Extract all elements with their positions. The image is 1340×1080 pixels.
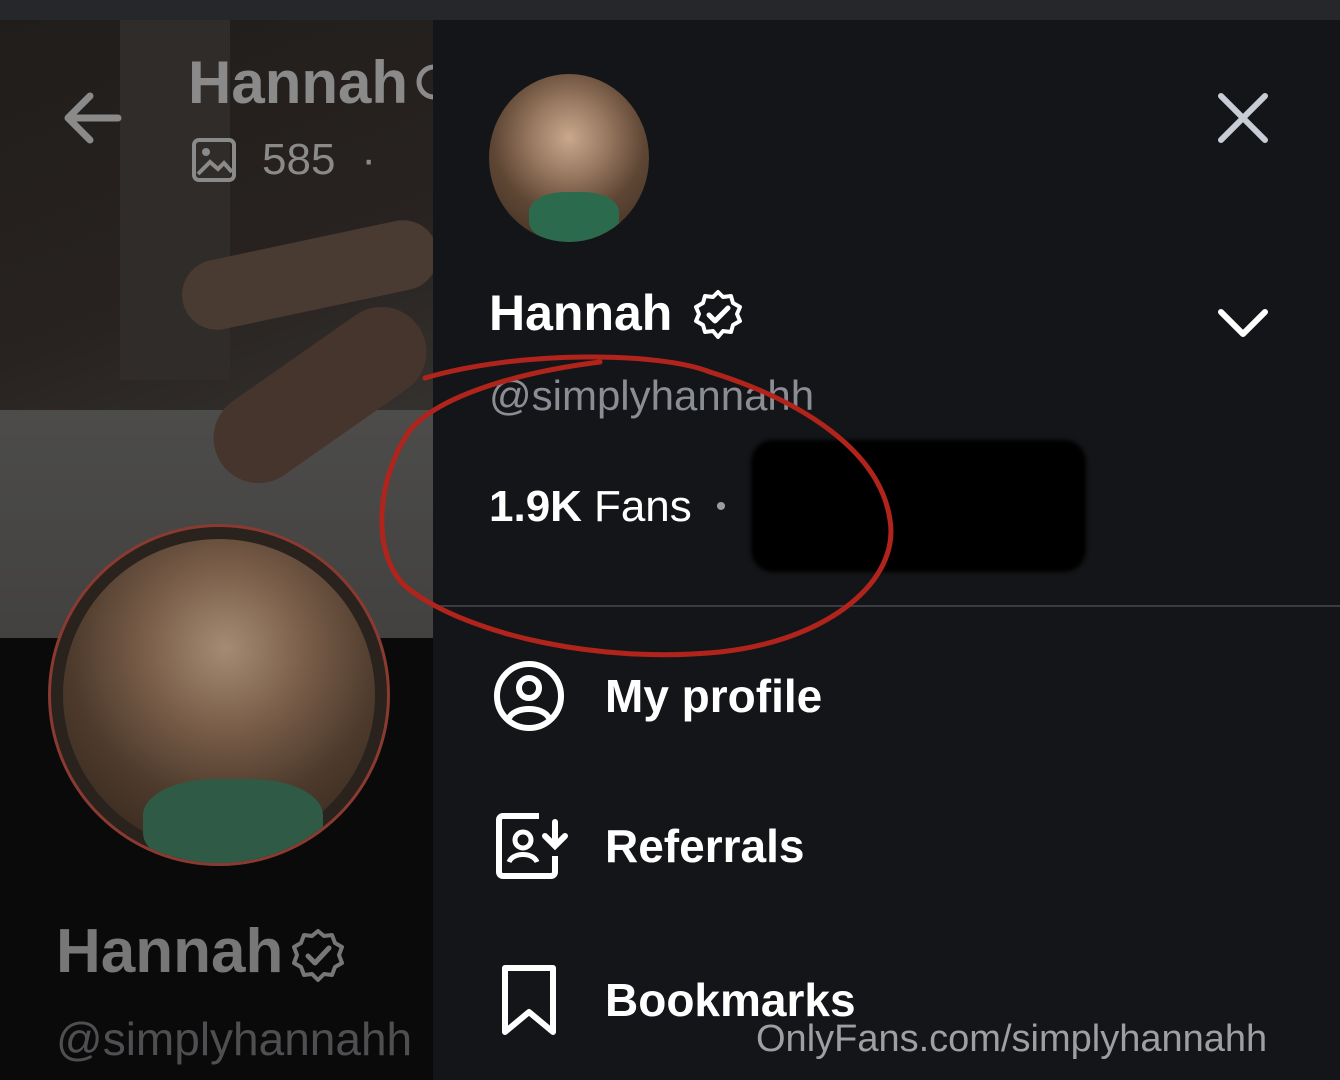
top-status-bar: [0, 0, 1340, 20]
fans-count: 1.9K: [489, 482, 582, 531]
background-profile-page: Hannah 585 · Hannah @simplyhannahh: [0, 20, 433, 1080]
drawer-handle: @simplyhannahh: [489, 372, 815, 419]
account-drawer: Hannah @simplyhannahh 1.9K Fans • My pro…: [433, 20, 1340, 1080]
back-arrow-icon[interactable]: [60, 88, 124, 148]
verified-badge-icon: [694, 290, 742, 339]
bookmark-icon: [502, 965, 556, 1035]
close-icon[interactable]: [1215, 90, 1271, 146]
fans-label: Fans: [593, 482, 692, 531]
posts-count: 585: [262, 135, 336, 184]
divider: [433, 605, 1340, 607]
fans-stat[interactable]: 1.9K Fans •: [489, 482, 726, 532]
menu-item-referrals[interactable]: Referrals: [489, 806, 804, 886]
watermark: OnlyFans.com/simplyhannahh: [756, 1018, 1268, 1060]
redaction-block: [751, 440, 1086, 572]
profile-header-stats: 585 ·: [190, 132, 376, 188]
user-circle-icon: [494, 661, 564, 731]
profile-name: Hannah: [56, 917, 284, 986]
image-icon: [192, 138, 236, 182]
chevron-down-icon[interactable]: [1215, 304, 1271, 344]
stat-separator: •: [715, 490, 727, 523]
menu-item-label: Referrals: [605, 820, 805, 872]
profile-handle: @simplyhannahh: [56, 1013, 413, 1065]
drawer-avatar[interactable]: [489, 74, 649, 242]
profile-header-title: Hannah: [188, 49, 409, 116]
profile-avatar: [48, 524, 390, 866]
menu-item-my-profile[interactable]: My profile: [489, 656, 822, 736]
menu-item-label: My profile: [605, 670, 823, 722]
stats-separator: ·: [361, 135, 377, 184]
drawer-display-name: Hannah: [489, 285, 673, 341]
verified-badge-icon: [292, 929, 344, 982]
referrals-icon: [496, 813, 568, 879]
verified-badge-icon: [416, 64, 433, 100]
